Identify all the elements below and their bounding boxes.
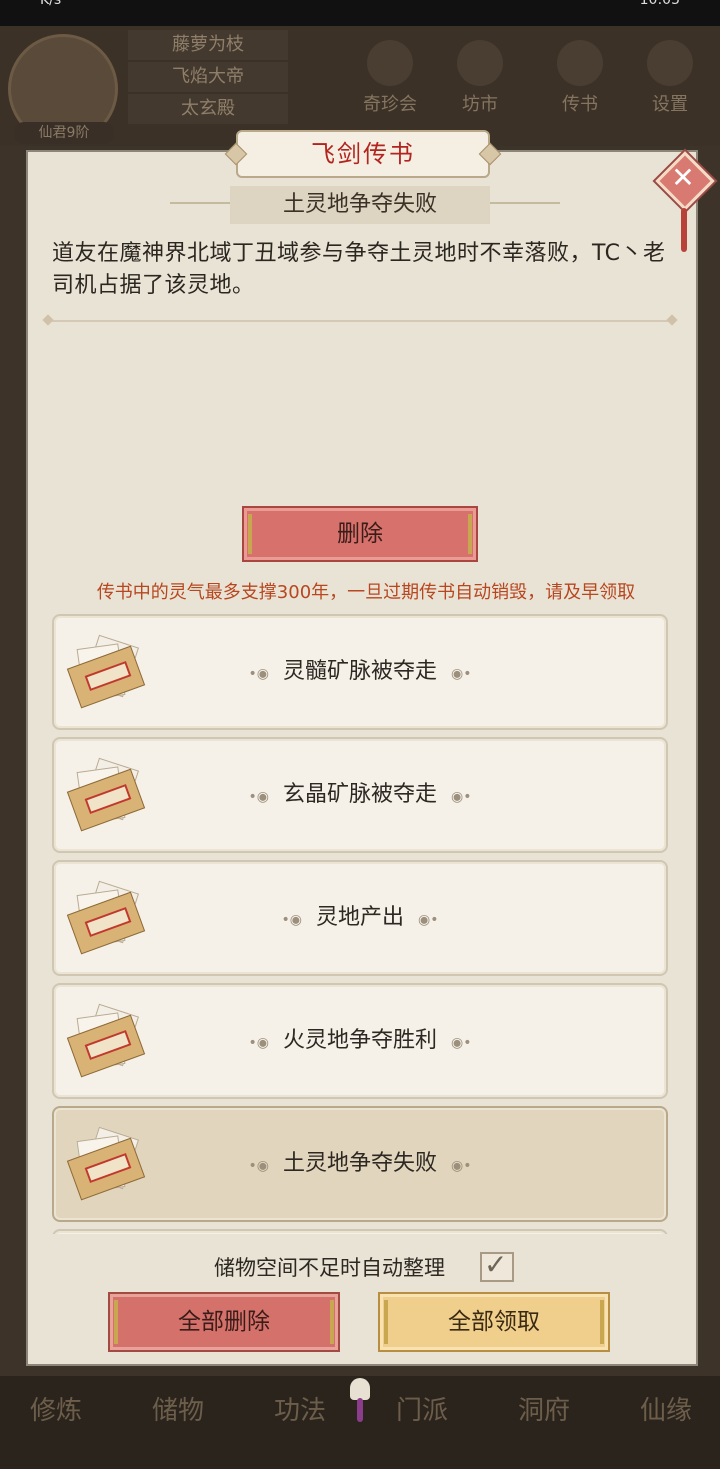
mail-item-label: 玄晶矿脉被夺走 <box>282 782 437 807</box>
status-bar: K/s 10:05 <box>0 0 720 26</box>
claim-all-button[interactable]: 全部领取 <box>378 1292 610 1352</box>
expiry-notice: 传书中的灵气最多支撑300年，一旦过期传书自动销毁，请及早领取 <box>96 582 636 603</box>
mail-item-label: 土灵地争夺失败 <box>282 1151 437 1176</box>
bazaar-icon <box>457 40 503 86</box>
bell-decoration-icon <box>348 1368 372 1422</box>
mail-list[interactable]: •◉ 灵髓矿脉被夺走 ◉• •◉ 玄晶矿脉被夺走 ◉• •◉ 灵地产出 ◉• •◉ 火灵地争夺… <box>50 612 670 1234</box>
auto-sort-checkbox[interactable]: ✓ <box>480 1248 514 1282</box>
mail-item-label: 灵地产出 <box>315 905 404 930</box>
mail-item[interactable] <box>52 1229 668 1234</box>
settings-button: 设置 <box>630 40 710 116</box>
divider <box>48 320 672 322</box>
player-titles: 藤萝为枝 飞焰大帝 太玄殿 <box>128 30 288 126</box>
nav-fate: 仙缘 <box>639 1396 692 1426</box>
bazaar-button: 坊市 <box>440 40 520 116</box>
nav-skills: 功法 <box>273 1396 326 1426</box>
mail-item-label: 灵髓矿脉被夺走 <box>282 659 437 684</box>
player-title: 太玄殿 <box>128 94 288 124</box>
mail-item[interactable]: •◉ 灵地产出 ◉• <box>52 860 668 976</box>
auto-sort-label: 储物空间不足时自动整理 <box>214 1256 445 1280</box>
delete-all-button[interactable]: 全部删除 <box>108 1292 340 1352</box>
player-title: 藤萝为枝 <box>128 30 288 60</box>
nav-sect: 门派 <box>395 1396 448 1426</box>
player-level: 仙君9阶 <box>14 122 114 144</box>
gear-icon <box>647 40 693 86</box>
treasure-market-button: 奇珍会 <box>350 40 430 116</box>
mail-icon <box>557 40 603 86</box>
message-body: 道友在魔神界北域丁丑域参与争夺土灵地时不幸落败，TC丶老司机占据了该灵地。 <box>52 241 666 298</box>
clock: 10:05 <box>639 0 680 8</box>
check-icon: ✓ <box>484 1248 508 1281</box>
title-ornament <box>490 202 560 210</box>
delete-button[interactable]: 删除 <box>242 506 478 562</box>
message-title: 土灵地争夺失败 <box>230 186 490 224</box>
dialog-title: 飞剑传书 <box>236 130 490 178</box>
nav-storage: 储物 <box>151 1396 204 1426</box>
close-icon: ✕ <box>671 161 695 194</box>
nav-cultivate: 修炼 <box>29 1396 82 1426</box>
mail-item[interactable]: •◉ 火灵地争夺胜利 ◉• <box>52 983 668 1099</box>
mail-item-selected[interactable]: •◉ 土灵地争夺失败 ◉• <box>52 1106 668 1222</box>
nav-cave: 洞府 <box>517 1396 570 1426</box>
mail-item[interactable]: •◉ 玄晶矿脉被夺走 ◉• <box>52 737 668 853</box>
mail-item[interactable]: •◉ 灵髓矿脉被夺走 ◉• <box>52 614 668 730</box>
mail-button: 传书 <box>540 40 620 116</box>
network-speed: K/s <box>40 0 62 8</box>
mail-item-label: 火灵地争夺胜利 <box>282 1028 437 1053</box>
treasure-icon <box>367 40 413 86</box>
player-title: 飞焰大帝 <box>128 62 288 92</box>
close-button[interactable]: ✕ <box>655 151 715 211</box>
top-menu: 奇珍会 坊市 传书 设置 <box>350 40 710 120</box>
